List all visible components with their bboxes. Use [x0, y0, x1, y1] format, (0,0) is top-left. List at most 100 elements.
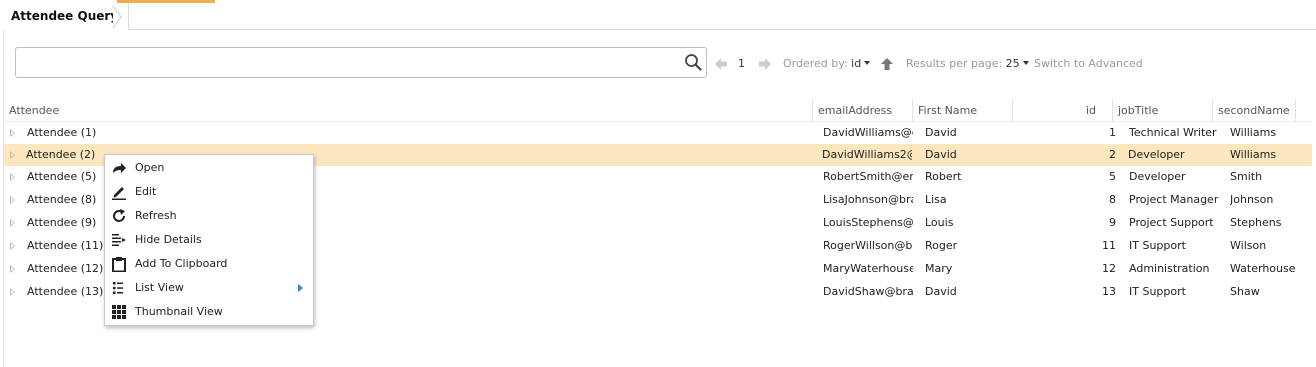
- menu-item-label: Thumbnail View: [135, 305, 223, 318]
- menu-item-open[interactable]: Open: [105, 156, 313, 180]
- first-name-cell: David: [925, 148, 957, 161]
- ordered-by[interactable]: Ordered by: id: [783, 56, 871, 72]
- context-menu: Open Edit Refresh Hide Details Add To Cl…: [104, 154, 314, 326]
- second-name-cell: Johnson: [1230, 193, 1274, 206]
- menu-item-list-view[interactable]: List View: [105, 276, 313, 300]
- menu-item-label: Hide Details: [135, 233, 202, 246]
- expand-triangle-icon[interactable]: [10, 173, 15, 181]
- job-title-cell: Project Manager: [1129, 193, 1219, 206]
- expand-triangle-icon[interactable]: [10, 151, 15, 159]
- results-per-page-label: Results per page:: [906, 57, 1003, 70]
- column-header-second-name[interactable]: secondName: [1218, 102, 1290, 120]
- id-cell: 11: [1102, 239, 1116, 252]
- menu-item-edit[interactable]: Edit: [105, 180, 313, 204]
- expand-triangle-icon[interactable]: [10, 219, 15, 227]
- email-cell: MaryWaterhouse: [823, 262, 913, 275]
- refresh-icon: [113, 209, 125, 222]
- first-name-cell: David: [925, 285, 957, 298]
- id-cell: 12: [1102, 262, 1116, 275]
- job-title-cell: Developer: [1129, 170, 1186, 183]
- email-cell: DavidShaw@brai: [823, 285, 913, 298]
- menu-item-label: Edit: [135, 185, 157, 198]
- hide-details-icon: [112, 234, 126, 246]
- second-name-cell: Stephens: [1230, 216, 1282, 229]
- second-name-cell: Williams: [1230, 126, 1277, 139]
- email-cell: LisaJohnson@bra: [823, 193, 913, 206]
- second-name-cell: Shaw: [1230, 285, 1260, 298]
- id-cell: 9: [1109, 216, 1116, 229]
- switch-to-advanced-link[interactable]: Switch to Advanced: [1034, 56, 1143, 72]
- menu-item-refresh[interactable]: Refresh: [105, 204, 313, 228]
- ordered-by-value: id: [851, 57, 862, 70]
- job-title-cell: Administration: [1129, 262, 1210, 275]
- menu-item-thumbnail-view[interactable]: Thumbnail View: [105, 300, 313, 324]
- expand-triangle-icon[interactable]: [10, 196, 15, 204]
- column-divider[interactable]: [1212, 99, 1213, 121]
- search-input[interactable]: [22, 52, 682, 74]
- expand-triangle-icon[interactable]: [10, 265, 15, 273]
- first-name-cell: Lisa: [925, 193, 947, 206]
- job-title-cell: Project Support: [1129, 216, 1214, 229]
- menu-item-label: Open: [135, 161, 165, 174]
- expand-triangle-icon[interactable]: [10, 242, 15, 250]
- arrow-right-icon[interactable]: [758, 57, 772, 71]
- results-per-page[interactable]: Results per page: 25: [906, 56, 1029, 72]
- submenu-arrow-icon: [298, 284, 303, 292]
- results-per-page-value: 25: [1005, 57, 1020, 70]
- second-name-cell: Smith: [1230, 170, 1263, 183]
- search-box: [15, 47, 707, 78]
- job-title-cell: IT Support: [1129, 285, 1186, 298]
- id-cell: 5: [1109, 170, 1116, 183]
- email-cell: RobertSmith@em: [823, 170, 913, 183]
- page-number: 1: [738, 57, 745, 70]
- arrow-left-icon[interactable]: [714, 57, 728, 71]
- id-cell: 13: [1102, 285, 1116, 298]
- id-cell: 2: [1109, 148, 1116, 161]
- expand-triangle-icon[interactable]: [10, 129, 15, 137]
- tab-bar: Attendee Query: [3, 3, 1316, 30]
- first-name-cell: Louis: [925, 216, 954, 229]
- menu-item-label: List View: [135, 281, 184, 294]
- second-name-cell: Waterhouse: [1230, 262, 1296, 275]
- job-title-cell: IT Support: [1129, 239, 1186, 252]
- table-row[interactable]: Attendee (1) DavidWilliams@g David 1 Tec…: [4, 122, 1312, 144]
- column-divider[interactable]: [1295, 99, 1296, 121]
- id-cell: 8: [1109, 193, 1116, 206]
- id-cell: 1: [1109, 126, 1116, 139]
- column-divider[interactable]: [1112, 99, 1113, 121]
- menu-item-label: Refresh: [135, 209, 177, 222]
- attendee-cell: Attendee (1): [27, 126, 97, 139]
- list-view-icon: [113, 282, 123, 294]
- clipboard-icon: [112, 257, 126, 272]
- arrow-up-icon[interactable]: [880, 57, 894, 71]
- ordered-by-label: Ordered by:: [783, 57, 848, 70]
- column-header-email[interactable]: emailAddress: [818, 102, 892, 120]
- column-header-id[interactable]: id: [1018, 102, 1096, 120]
- first-name-cell: David: [925, 126, 957, 139]
- second-name-cell: Williams: [1230, 148, 1277, 161]
- menu-item-hide-details[interactable]: Hide Details: [105, 228, 313, 252]
- search-icon[interactable]: [684, 53, 702, 71]
- column-divider[interactable]: [812, 99, 813, 121]
- email-cell: DavidWilliams@g: [823, 126, 913, 139]
- pencil-icon: [112, 187, 126, 200]
- column-divider[interactable]: [1012, 99, 1013, 121]
- second-name-cell: Wilson: [1230, 239, 1267, 252]
- first-name-cell: Mary: [925, 262, 953, 275]
- column-divider[interactable]: [912, 99, 913, 121]
- column-header-first-name[interactable]: First Name: [918, 102, 977, 120]
- first-name-cell: Roger: [925, 239, 958, 252]
- menu-item-label: Add To Clipboard: [135, 257, 228, 270]
- chevron-down-icon: [1022, 61, 1029, 65]
- expand-triangle-icon[interactable]: [10, 288, 15, 296]
- job-title-cell: Technical Writer: [1129, 126, 1217, 139]
- thumbnail-grid-icon: [112, 305, 126, 319]
- chevron-down-icon: [864, 61, 871, 65]
- column-header-job-title[interactable]: jobTitle: [1118, 102, 1158, 120]
- breadcrumb-arrow-icon: [112, 6, 122, 28]
- menu-item-add-to-clipboard[interactable]: Add To Clipboard: [105, 252, 313, 276]
- column-header-attendee[interactable]: Attendee: [9, 102, 59, 120]
- email-cell: LouisStephens@t: [823, 216, 913, 229]
- job-title-cell: Developer: [1128, 148, 1185, 161]
- first-name-cell: Robert: [925, 170, 962, 183]
